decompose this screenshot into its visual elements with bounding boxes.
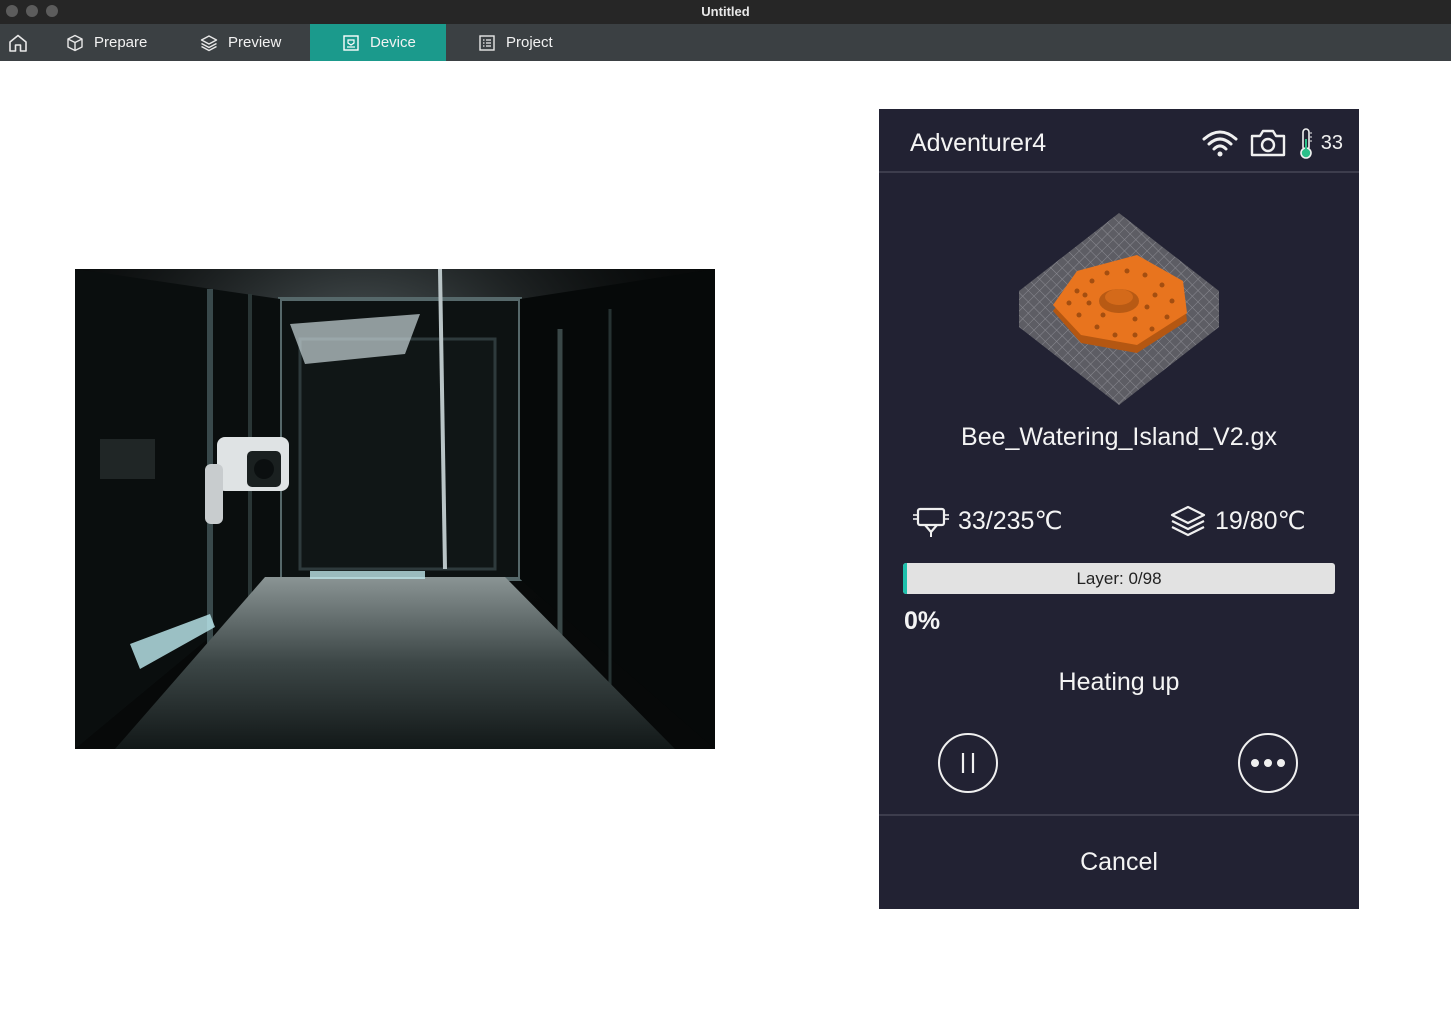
tab-project-label: Project [506,34,553,51]
title-bar: Untitled [0,0,1451,24]
more-icon [1251,759,1285,767]
home-button[interactable] [0,24,36,61]
tab-device[interactable]: Device [310,24,446,61]
bed-temp-value: 19/80℃ [1215,507,1306,535]
progress-percent: 0% [904,607,941,635]
file-name: Bee_Watering_Island_V2.gx [961,423,1277,451]
tab-prepare-label: Prepare [94,34,148,51]
wifi-icon [1202,130,1238,157]
pause-icon [961,753,975,773]
printer-status-panel: Adventurer4 33 Bee_Watering_Island_V2.gx… [879,109,1359,909]
layers-icon [200,34,218,51]
window-title: Untitled [701,4,750,19]
bed-icon [1170,505,1206,537]
pause-button[interactable] [938,733,998,793]
device-icon [343,34,359,51]
tab-prepare[interactable]: Prepare [36,24,172,61]
cube-icon [67,34,83,51]
tab-preview-label: Preview [228,34,282,51]
model-thumbnail [1019,213,1219,405]
list-icon [479,34,495,51]
tab-preview[interactable]: Preview [172,24,310,61]
more-options-button[interactable] [1238,733,1298,793]
home-icon [9,34,27,52]
main-tab-bar: Prepare Preview Device Project [0,24,1451,61]
panel-footer: Cancel [879,814,1359,909]
bed-temperature: 19/80℃ [1169,501,1306,541]
thermometer-icon [1299,128,1312,159]
nozzle-temp-value: 33/235℃ [958,507,1063,535]
panel-header: Adventurer4 33 [879,109,1359,173]
camera-image [75,269,715,749]
nozzle-icon [913,507,949,537]
camera-icon[interactable] [1249,128,1287,158]
header-status-icons: 33 [1201,127,1343,159]
camera-feed [75,269,715,749]
printer-name: Adventurer4 [910,129,1047,157]
cancel-button[interactable]: Cancel [879,816,1359,909]
print-progress-bar: Layer: 0/98 [903,563,1335,594]
tab-device-label: Device [370,34,416,51]
tab-project[interactable]: Project [446,24,586,61]
chamber-temperature: 33 [1320,131,1343,154]
layer-label: Layer: 0/98 [1076,568,1162,588]
nozzle-temperature: 33/235℃ [912,501,1063,541]
print-status: Heating up [1058,668,1180,696]
